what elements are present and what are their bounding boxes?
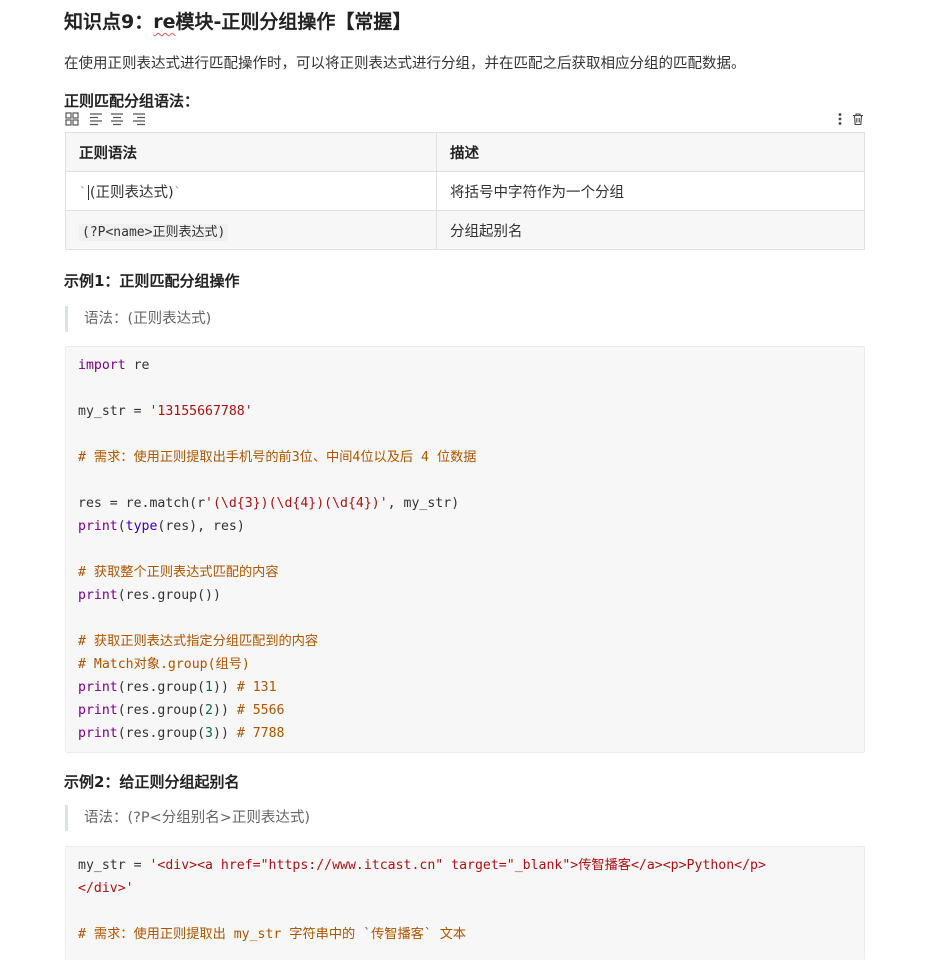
align-center-icon[interactable] (109, 111, 125, 127)
code-line: # 获取正则表达式指定分组匹配到的内容 (78, 634, 319, 649)
backtick-mark: ` (173, 185, 182, 201)
code-line: # Match对象.group(组号) (78, 657, 250, 672)
backtick-mark: ` (79, 185, 87, 201)
code-line: my_str = '<div><a href="https://www.itca… (78, 858, 766, 873)
code-line: # 获取整个正则表达式匹配的内容 (78, 565, 279, 580)
syntax-inline-code: (?P<name>正则表达式) (79, 223, 229, 241)
code-line: </div>' (78, 881, 134, 896)
code-line: res = re.match(r'(\d{3})(\d{4})(\d{4})',… (78, 496, 460, 511)
example2-code-block[interactable]: my_str = '<div><a href="https://www.itca… (65, 846, 865, 960)
syntax-label: 正则匹配分组语法： (64, 92, 200, 110)
heading-prefix: 知识点9： (64, 11, 154, 33)
align-left-icon[interactable] (88, 111, 104, 127)
table-cell-description[interactable]: 分组起别名 (436, 210, 865, 250)
intro-paragraph: 在使用正则表达式进行匹配操作时，可以将正则表达式进行分组，并在匹配之后获取相应分… (64, 56, 746, 72)
more-vertical-icon[interactable] (832, 111, 848, 127)
align-right-icon[interactable] (131, 111, 147, 127)
table-header-syntax: 正则语法 (65, 132, 437, 172)
heading-module-name: re (153, 11, 176, 33)
text-cursor (87, 185, 89, 200)
table-cell-description[interactable]: 将括号中字符作为一个分组 (436, 171, 865, 211)
code-line: # 需求：使用正则提取出手机号的前3位、中间4位以及后 4 位数据 (78, 450, 477, 465)
trash-icon[interactable] (850, 111, 866, 127)
example1-syntax-quote: 语法：(正则表达式) (65, 306, 211, 332)
grid-icon[interactable] (64, 111, 80, 127)
syntax-text: (正则表达式) (89, 184, 174, 201)
code-line: print(res.group(1)) # 131 (78, 680, 277, 695)
table-cell-syntax[interactable]: (?P<name>正则表达式) (65, 210, 437, 250)
table-header-row: 正则语法 描述 (65, 132, 865, 172)
section-heading: 知识点9：re模块-正则分组操作【常握】 (64, 7, 411, 34)
syntax-table: 正则语法 描述 ` (正则表达式)` 将括号中字符作为一个分组 (?P<name>… (65, 132, 865, 250)
example2-syntax-quote: 语法：(?P<分组别名>正则表达式) (65, 805, 310, 831)
code-line: print(res.group(2)) # 5566 (78, 703, 285, 718)
example1-title: 示例1：正则匹配分组操作 (64, 272, 240, 290)
table-row: ` (正则表达式)` 将括号中字符作为一个分组 (65, 171, 865, 211)
example2-title: 示例2：给正则分组起别名 (64, 773, 240, 791)
table-header-description: 描述 (436, 132, 865, 172)
code-line: print(res.group(3)) # 7788 (78, 726, 285, 741)
code-line: # 需求：使用正则提取出 my_str 字符串中的 `传智播客` 文本 (78, 927, 467, 942)
heading-suffix: 模块-正则分组操作【常握】 (175, 11, 412, 33)
example1-code-block[interactable]: import re my_str = '13155667788' # 需求：使用… (65, 346, 865, 753)
code-line: print(res.group()) (78, 588, 221, 603)
code-line: print(type(res), res) (78, 519, 245, 534)
table-row: (?P<name>正则表达式) 分组起别名 (65, 210, 865, 250)
table-toolbar (64, 111, 865, 127)
code-line: my_str = '13155667788' (78, 404, 253, 419)
table-cell-syntax[interactable]: ` (正则表达式)` (65, 171, 437, 211)
code-line: import re (78, 358, 150, 373)
